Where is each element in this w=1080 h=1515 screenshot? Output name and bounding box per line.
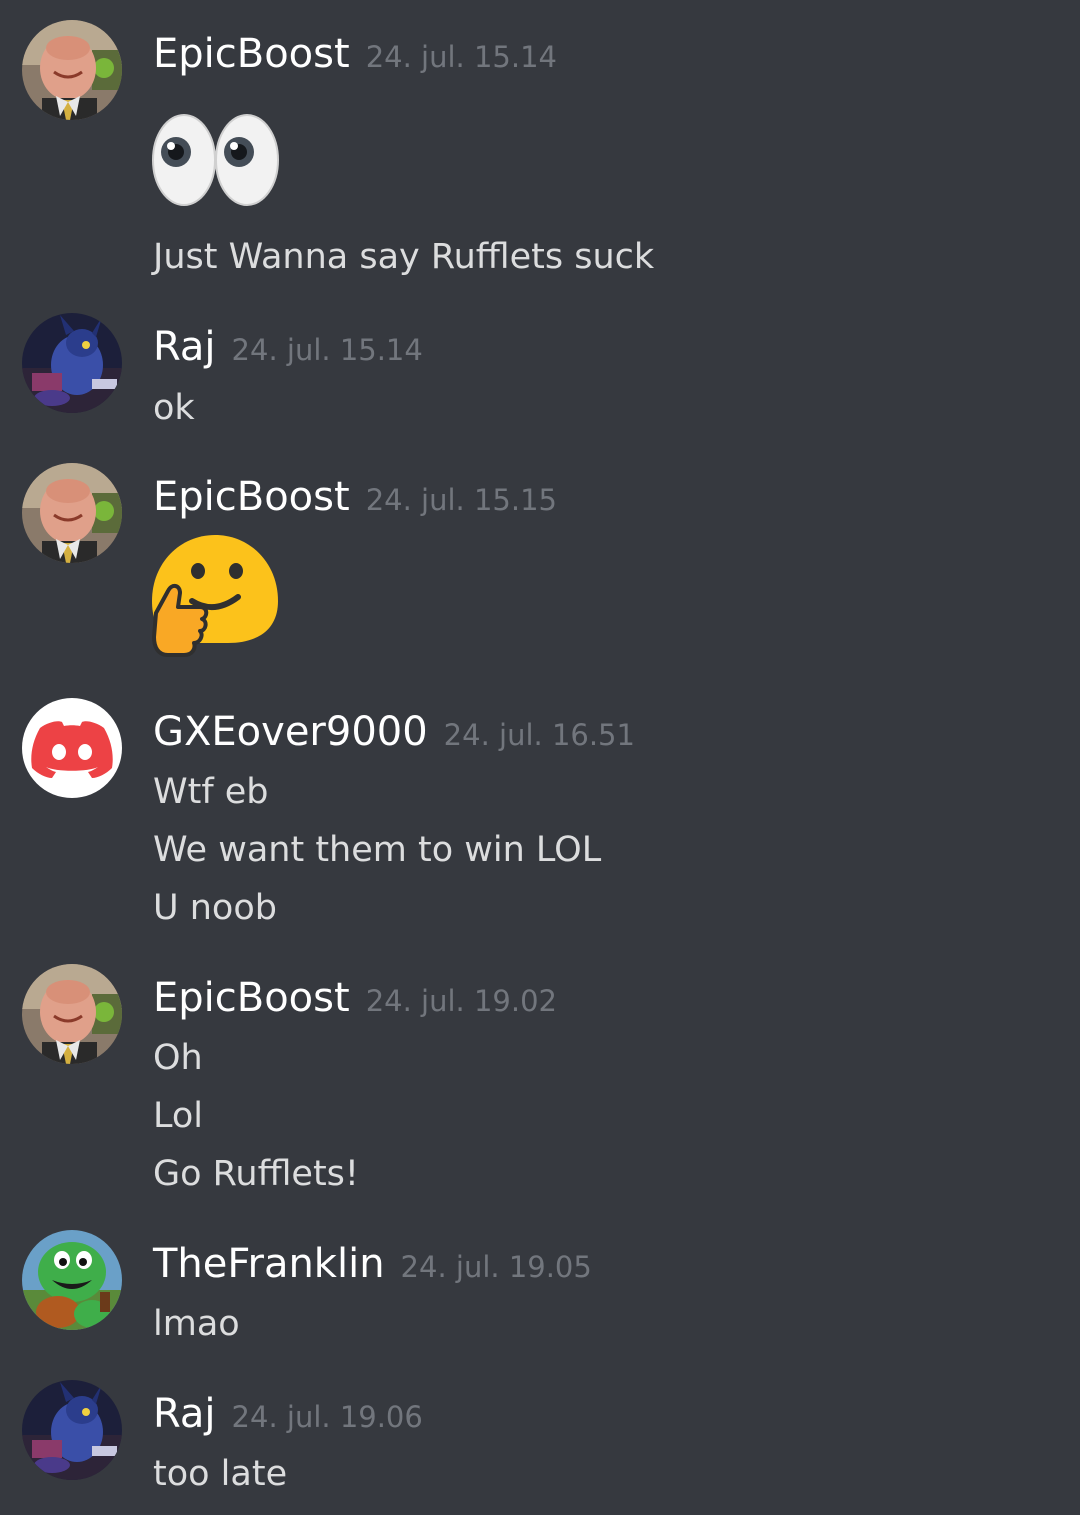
message-header: EpicBoost 24. jul. 15.14 (153, 26, 557, 82)
message-text: Just Wanna say Rufflets suck (153, 237, 655, 277)
timestamp: 24. jul. 15.14 (365, 40, 557, 74)
avatar-green-turtle[interactable] (22, 1230, 122, 1330)
message-text: Lol (153, 1096, 204, 1136)
username[interactable]: Raj (153, 324, 216, 370)
message-header: GXEover9000 24. jul. 16.51 (153, 704, 635, 760)
message-group: TheFranklin 24. jul. 19.05 lmao (0, 1230, 1080, 1350)
timestamp: 24. jul. 15.14 (231, 333, 423, 367)
username[interactable]: GXEover9000 (153, 709, 428, 755)
avatar-office-man[interactable] (22, 463, 122, 563)
username[interactable]: Raj (153, 1391, 216, 1437)
timestamp: 24. jul. 16.51 (443, 718, 635, 752)
avatar-office-man[interactable] (22, 20, 122, 120)
message-header: TheFranklin 24. jul. 19.05 (153, 1236, 592, 1292)
avatar-discord-default[interactable] (22, 698, 122, 798)
timestamp: 24. jul. 15.15 (365, 483, 557, 517)
message-text: Go Rufflets! (153, 1154, 359, 1194)
message-group: Raj 24. jul. 15.14 ok (0, 313, 1080, 433)
message-group: GXEover9000 24. jul. 16.51 Wtf eb We want… (0, 698, 1080, 948)
message-group: EpicBoost 24. jul. 19.02 Oh Lol Go Ruffle… (0, 964, 1080, 1204)
avatar-dark-creature[interactable] (22, 1380, 122, 1480)
username[interactable]: TheFranklin (153, 1241, 385, 1287)
chat-messages: EpicBoost 24. jul. 15.14 Just Wanna say R… (0, 0, 1080, 1515)
message-text: We want them to win LOL (153, 830, 602, 870)
message-group: EpicBoost 24. jul. 15.15 (0, 463, 1080, 663)
message-header: Raj 24. jul. 15.14 (153, 319, 423, 375)
message-group: Raj 24. jul. 19.06 too late (0, 1380, 1080, 1500)
message-text: Wtf eb (153, 772, 269, 812)
message-header: Raj 24. jul. 19.06 (153, 1386, 423, 1442)
timestamp: 24. jul. 19.02 (365, 984, 557, 1018)
avatar-office-man[interactable] (22, 964, 122, 1064)
username[interactable]: EpicBoost (153, 31, 350, 77)
eyes-icon (150, 98, 280, 228)
timestamp: 24. jul. 19.05 (400, 1250, 592, 1284)
message-text: ok (153, 388, 195, 428)
message-text: Oh (153, 1038, 203, 1078)
avatar-dark-creature[interactable] (22, 313, 122, 413)
message-header: EpicBoost 24. jul. 19.02 (153, 970, 557, 1026)
username[interactable]: EpicBoost (153, 975, 350, 1021)
thumbs-up-smiley-icon (150, 531, 280, 661)
message-text: U noob (153, 888, 277, 928)
message-group: EpicBoost 24. jul. 15.14 Just Wanna say R… (0, 20, 1080, 290)
message-text: lmao (153, 1304, 240, 1344)
timestamp: 24. jul. 19.06 (231, 1400, 423, 1434)
message-header: EpicBoost 24. jul. 15.15 (153, 469, 557, 525)
message-text: too late (153, 1454, 288, 1494)
username[interactable]: EpicBoost (153, 474, 350, 520)
